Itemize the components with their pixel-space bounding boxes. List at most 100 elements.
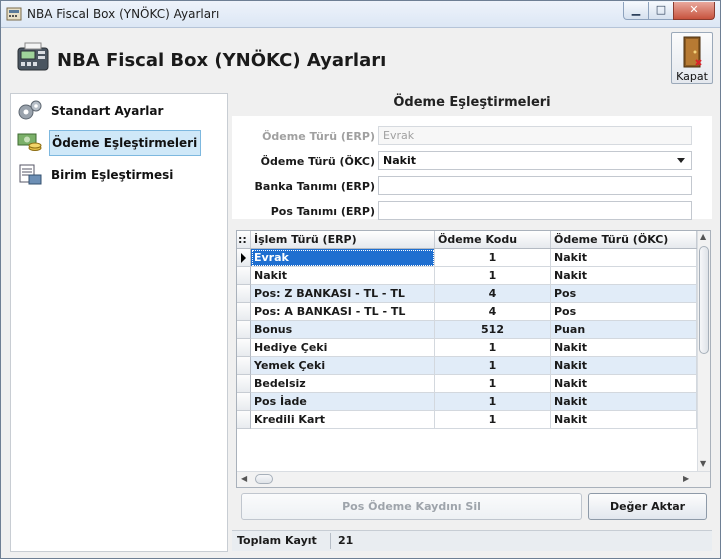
cell-odeme-kodu[interactable]: 1: [435, 375, 551, 393]
scroll-right-icon[interactable]: ▶: [683, 474, 689, 483]
table-row[interactable]: Evrak 1 Nakit: [237, 249, 697, 267]
cell-islem-turu[interactable]: Pos İade: [251, 393, 435, 411]
cell-islem-turu[interactable]: Pos: A BANKASI - TL - TL: [251, 303, 435, 321]
table-row[interactable]: Bedelsiz 1 Nakit: [237, 375, 697, 393]
sidebar-item-odeme-eslestirmeleri[interactable]: Ödeme Eşleştirmeleri: [15, 129, 220, 156]
row-header[interactable]: [237, 357, 251, 375]
odeme-turu-okc-value: Nakit: [383, 154, 416, 167]
vertical-scrollbar[interactable]: ▲ ▼: [697, 231, 710, 471]
vertical-scroll-thumb[interactable]: [699, 246, 709, 354]
payment-grid[interactable]: :: İşlem Türü (ERP) Ödeme Kodu (ÖKC) Öde…: [236, 230, 711, 488]
scroll-down-icon[interactable]: ▼: [700, 459, 706, 468]
cell-odeme-turu[interactable]: Puan: [551, 321, 697, 339]
cell-islem-turu[interactable]: Bedelsiz: [251, 375, 435, 393]
cell-odeme-turu[interactable]: Nakit: [551, 339, 697, 357]
row-header[interactable]: [237, 285, 251, 303]
scroll-left-icon[interactable]: ◀: [241, 474, 247, 483]
cell-odeme-turu[interactable]: Nakit: [551, 249, 697, 267]
grid-header: :: İşlem Türü (ERP) Ödeme Kodu (ÖKC) Öde…: [237, 231, 697, 263]
table-row[interactable]: Pos: Z BANKASI - TL - TL 4 Pos: [237, 285, 697, 303]
row-header[interactable]: [237, 321, 251, 339]
cell-odeme-kodu[interactable]: 1: [435, 411, 551, 429]
horizontal-scrollbar[interactable]: ◀ ▶: [237, 471, 710, 487]
banka-tanimi-field[interactable]: [378, 176, 692, 195]
cell-odeme-turu[interactable]: Nakit: [551, 357, 697, 375]
table-row[interactable]: Pos İade 1 Nakit: [237, 393, 697, 411]
odeme-turu-erp-field: Evrak: [378, 126, 692, 145]
row-header[interactable]: [237, 375, 251, 393]
cell-odeme-kodu[interactable]: 1: [435, 339, 551, 357]
cell-odeme-turu[interactable]: Nakit: [551, 393, 697, 411]
total-records-value: 21: [338, 534, 354, 547]
app-window: NBA Fiscal Box (YNÖKC) Ayarları ▁ □ ✕ NB…: [0, 0, 721, 559]
sidebar-item-standart-ayarlar[interactable]: Standart Ayarlar: [15, 97, 220, 123]
close-window-button[interactable]: ✕: [673, 2, 715, 20]
horizontal-scroll-thumb[interactable]: [255, 474, 273, 484]
cell-islem-turu[interactable]: Yemek Çeki: [251, 357, 435, 375]
table-row[interactable]: Kredili Kart 1 Nakit: [237, 411, 697, 429]
chevron-down-icon[interactable]: [677, 158, 685, 163]
cell-odeme-kodu[interactable]: 1: [435, 267, 551, 285]
title-bar[interactable]: NBA Fiscal Box (YNÖKC) Ayarları ▁ □ ✕: [1, 1, 720, 28]
cell-odeme-turu[interactable]: Pos: [551, 303, 697, 321]
cell-odeme-kodu[interactable]: 1: [435, 249, 551, 267]
row-header[interactable]: [237, 411, 251, 429]
grid-corner[interactable]: ::: [237, 231, 251, 248]
section-title: Ödeme Eşleştirmeleri: [393, 95, 551, 110]
kapat-label: Kapat: [676, 70, 708, 83]
sidebar-item-birim-eslestirmesi[interactable]: Birim Eşleştirmesi: [15, 161, 220, 187]
cell-odeme-turu[interactable]: Pos: [551, 285, 697, 303]
cell-islem-turu[interactable]: Pos: Z BANKASI - TL - TL: [251, 285, 435, 303]
column-header-odeme-turu[interactable]: Ödeme Türü (ÖKC): [551, 231, 697, 248]
cell-islem-turu[interactable]: Nakit: [251, 267, 435, 285]
table-row[interactable]: Pos: A BANKASI - TL - TL 4 Pos: [237, 303, 697, 321]
row-header[interactable]: [237, 249, 251, 267]
status-divider: [330, 533, 331, 549]
main-panel: Ödeme Eşleştirmeleri Ödeme Türü (ERP) Ev…: [232, 93, 712, 551]
page-header: NBA Fiscal Box (YNÖKC) Ayarları Kapat: [1, 28, 720, 90]
cell-islem-turu[interactable]: Evrak: [251, 249, 435, 267]
cell-odeme-turu[interactable]: Nakit: [551, 267, 697, 285]
table-row[interactable]: Nakit 1 Nakit: [237, 267, 697, 285]
payment-mapping-icon: [17, 133, 42, 151]
column-header-odeme-kodu[interactable]: Ödeme Kodu (ÖKC): [435, 231, 551, 263]
cell-islem-turu[interactable]: Kredili Kart: [251, 411, 435, 429]
unit-mapping-icon: [19, 164, 42, 185]
cell-odeme-turu[interactable]: Nakit: [551, 411, 697, 429]
cell-odeme-kodu[interactable]: 4: [435, 303, 551, 321]
row-header[interactable]: [237, 303, 251, 321]
pos-tanimi-label: Pos Tanımı (ERP): [270, 205, 375, 218]
sidebar-item-label: Ödeme Eşleştirmeleri: [49, 130, 202, 156]
cell-odeme-turu[interactable]: Nakit: [551, 375, 697, 393]
kapat-button[interactable]: Kapat: [671, 32, 713, 84]
minimize-button[interactable]: ▁: [623, 2, 649, 20]
row-header[interactable]: [237, 339, 251, 357]
cell-islem-turu[interactable]: Hediye Çeki: [251, 339, 435, 357]
pos-tanimi-field[interactable]: [378, 201, 692, 220]
status-bar: Toplam Kayıt 21: [232, 530, 712, 551]
transfer-value-button[interactable]: Değer Aktar: [588, 493, 707, 520]
cell-odeme-kodu[interactable]: 512: [435, 321, 551, 339]
cell-islem-turu[interactable]: Bonus: [251, 321, 435, 339]
gears-icon: [18, 100, 42, 120]
column-header-islem-turu[interactable]: İşlem Türü (ERP): [251, 231, 435, 248]
cell-odeme-kodu[interactable]: 1: [435, 393, 551, 411]
sidebar-item-label: Standart Ayarlar: [51, 104, 164, 118]
payment-form: Ödeme Türü (ERP) Evrak Ödeme Türü (ÖKC) …: [232, 116, 712, 220]
odeme-turu-okc-select[interactable]: Nakit: [378, 151, 692, 170]
maximize-button[interactable]: □: [648, 2, 674, 20]
pos-terminal-icon: [17, 42, 49, 71]
total-records-label: Toplam Kayıt: [237, 534, 317, 547]
app-icon: [6, 7, 22, 21]
delete-pos-record-button[interactable]: Pos Ödeme Kaydını Sil: [241, 493, 582, 520]
table-row[interactable]: Hediye Çeki 1 Nakit: [237, 339, 697, 357]
row-header[interactable]: [237, 393, 251, 411]
cell-odeme-kodu[interactable]: 4: [435, 285, 551, 303]
cell-odeme-kodu[interactable]: 1: [435, 357, 551, 375]
table-row[interactable]: Bonus 512 Puan: [237, 321, 697, 339]
odeme-turu-erp-label: Ödeme Türü (ERP): [262, 130, 375, 143]
row-header[interactable]: [237, 267, 251, 285]
table-row[interactable]: Yemek Çeki 1 Nakit: [237, 357, 697, 375]
scroll-up-icon[interactable]: ▲: [700, 232, 706, 241]
page-title: NBA Fiscal Box (YNÖKC) Ayarları: [57, 50, 387, 71]
